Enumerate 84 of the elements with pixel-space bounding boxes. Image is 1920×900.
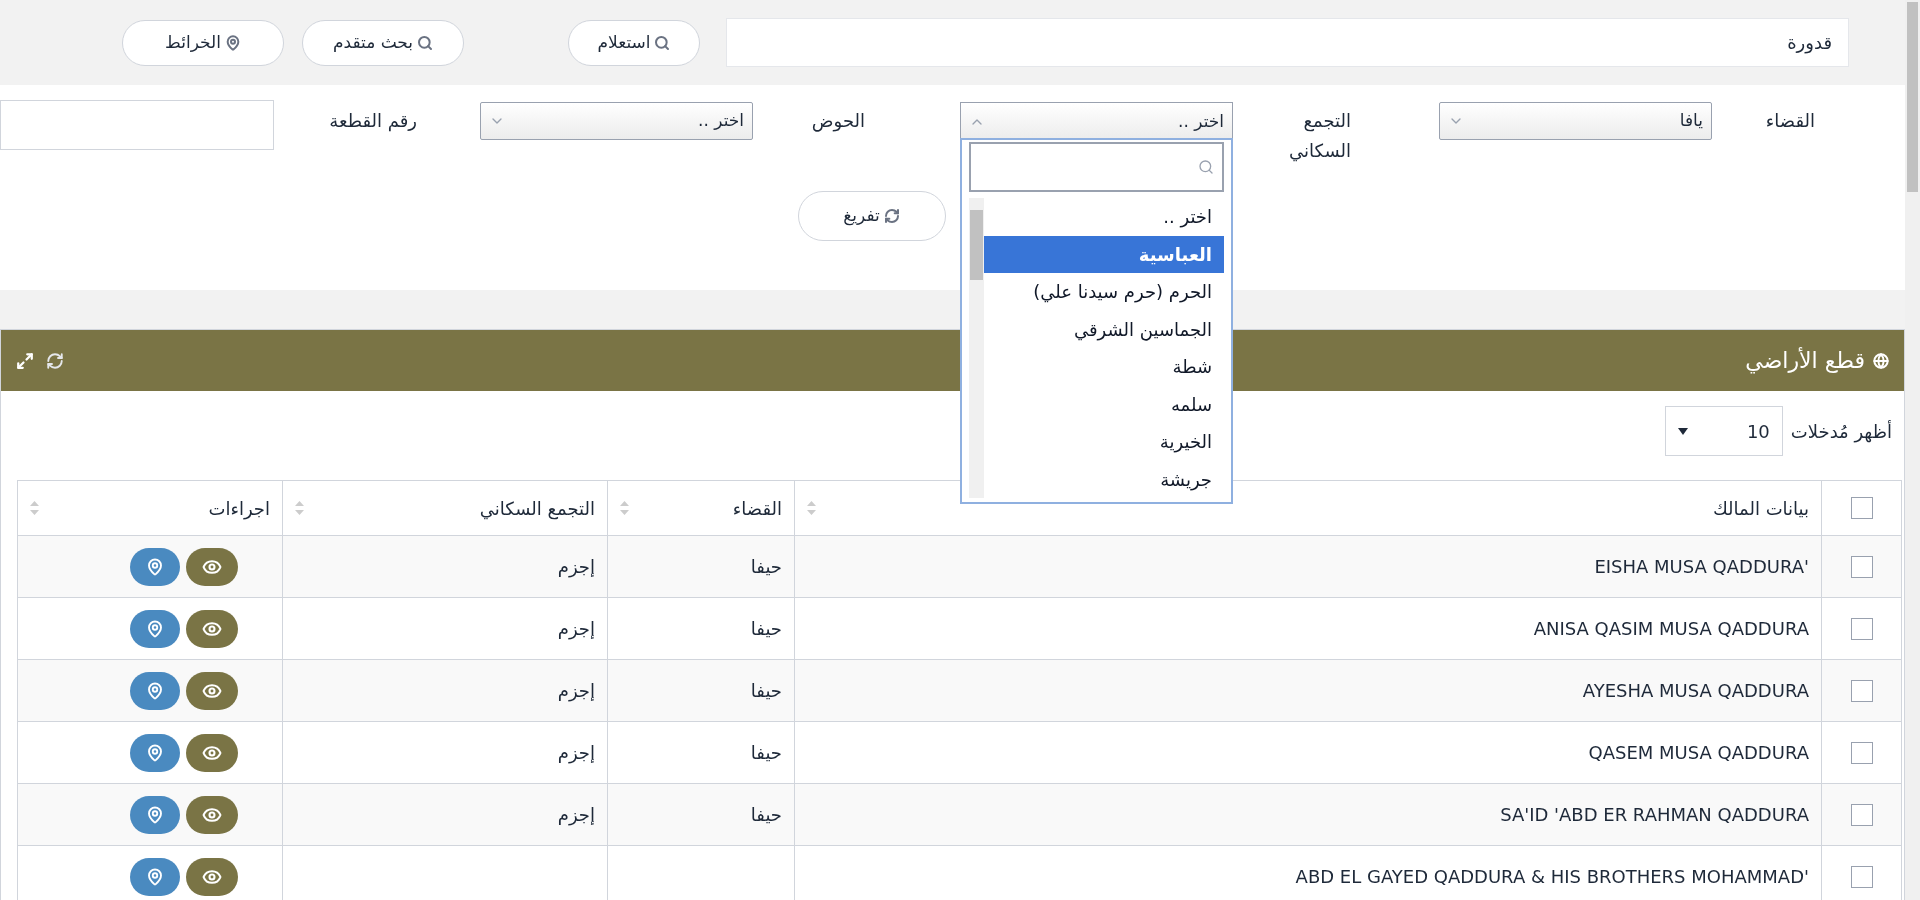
map-pin-icon <box>146 867 164 886</box>
input-field[interactable] <box>0 100 274 150</box>
column-header[interactable]: بيانات المالك <box>1712 494 1809 522</box>
search-icon <box>1198 159 1214 175</box>
map-pin-icon <box>146 619 164 638</box>
scrollbar[interactable] <box>969 198 984 498</box>
table-cell: إجزم <box>557 618 595 639</box>
dropdown-option[interactable]: اختر .. <box>984 198 1224 236</box>
field-label: الحوض <box>810 109 865 134</box>
view-button[interactable] <box>186 795 238 834</box>
dropdown-option[interactable]: سلمه <box>984 385 1224 423</box>
map-button[interactable] <box>130 733 180 772</box>
table-cell: QASEM MUSA QADDURA <box>1588 742 1809 763</box>
sort-icon[interactable] <box>30 501 39 515</box>
table-cell: إجزم <box>557 804 595 825</box>
map-button[interactable] <box>130 547 180 586</box>
toolbar-button[interactable]: بحث متقدم <box>302 19 464 66</box>
sort-icon[interactable] <box>807 501 816 515</box>
search-icon <box>654 34 671 51</box>
toolbar-button[interactable]: استعلام <box>568 19 700 66</box>
checkbox[interactable] <box>1850 741 1873 764</box>
map-button[interactable] <box>130 857 180 896</box>
table-cell: حيفا <box>750 804 782 825</box>
dropdown-option[interactable]: الخيرية <box>984 423 1224 461</box>
field-label: رقم القطعة <box>328 109 417 134</box>
field-label: القضاء <box>1764 109 1815 133</box>
sort-icon[interactable] <box>295 501 304 515</box>
column-header[interactable]: التجمع السكاني <box>479 494 595 522</box>
refresh-icon[interactable] <box>46 351 64 370</box>
map-pin-icon <box>146 557 164 576</box>
search-icon <box>417 34 434 51</box>
table-cell: حيفا <box>750 680 782 701</box>
view-button[interactable] <box>186 733 238 772</box>
select-field[interactable]: اختر .. <box>960 102 1233 140</box>
dropdown-option[interactable]: شطة <box>984 348 1224 386</box>
table-cell: حيفا <box>750 556 782 577</box>
map-pin-icon <box>224 34 241 51</box>
table-cell: حيفا <box>750 618 782 639</box>
map-button[interactable] <box>130 609 180 648</box>
table-cell: ABD EL GAYED QADDURA & HIS BROTHERS MOHAMMAD' <box>1295 866 1809 887</box>
select-field[interactable]: اختر .. <box>480 102 753 140</box>
map-pin-icon <box>146 743 164 762</box>
map-button[interactable] <box>130 795 180 834</box>
map-pin-icon <box>146 805 164 824</box>
view-button[interactable] <box>186 609 238 648</box>
view-button[interactable] <box>186 671 238 710</box>
column-header[interactable]: القضاء <box>732 494 782 522</box>
expand-icon[interactable] <box>16 351 34 370</box>
dropdown-option[interactable]: الحرم (حرم سيدنا علي) <box>984 273 1224 311</box>
search-field[interactable]: قدورة <box>726 18 1849 67</box>
select-field[interactable]: يافا <box>1439 102 1712 140</box>
map-button[interactable] <box>130 671 180 710</box>
field-label: التجمع السكاني <box>1288 109 1351 164</box>
dropdown-option[interactable]: جريشة <box>984 460 1224 498</box>
page-size-select[interactable]: 10 <box>1664 406 1783 456</box>
clear-button[interactable]: تفريغ <box>797 191 946 241</box>
table-cell: EISHA MUSA QADDURA' <box>1594 556 1809 577</box>
dropdown-option[interactable]: الجماسين الشرقي <box>984 310 1224 348</box>
panel-title: قطع الأراضي <box>1745 346 1865 376</box>
table-cell: إجزم <box>557 556 595 577</box>
dropdown-option[interactable]: العباسية <box>984 235 1224 273</box>
checkbox[interactable] <box>1850 497 1873 519</box>
checkbox[interactable] <box>1850 865 1873 888</box>
page-size-label: أظهر مُدخلات <box>1790 419 1892 445</box>
view-button[interactable] <box>186 547 238 586</box>
table-cell: إجزم <box>557 680 595 701</box>
sort-icon[interactable] <box>620 501 629 515</box>
table-cell: ANISA QASIM MUSA QADDURA <box>1533 618 1809 639</box>
view-button[interactable] <box>186 857 238 896</box>
refresh-icon <box>883 208 900 224</box>
caret-icon <box>1677 427 1688 435</box>
search-field[interactable] <box>969 142 1224 192</box>
checkbox[interactable] <box>1850 679 1873 702</box>
table-cell: AYESHA MUSA QADDURA <box>1582 680 1809 701</box>
table-cell: إجزم <box>557 742 595 763</box>
map-pin-icon <box>146 681 164 700</box>
table-cell: حيفا <box>750 742 782 763</box>
checkbox[interactable] <box>1850 617 1873 640</box>
checkbox[interactable] <box>1850 803 1873 826</box>
column-header[interactable]: اجراءات <box>208 494 270 522</box>
checkbox[interactable] <box>1850 555 1873 578</box>
table-cell: SA'ID 'ABD ER RAHMAN QADDURA <box>1500 804 1809 825</box>
globe-icon <box>1873 352 1889 369</box>
toolbar-button[interactable]: الخرائط <box>122 19 284 66</box>
